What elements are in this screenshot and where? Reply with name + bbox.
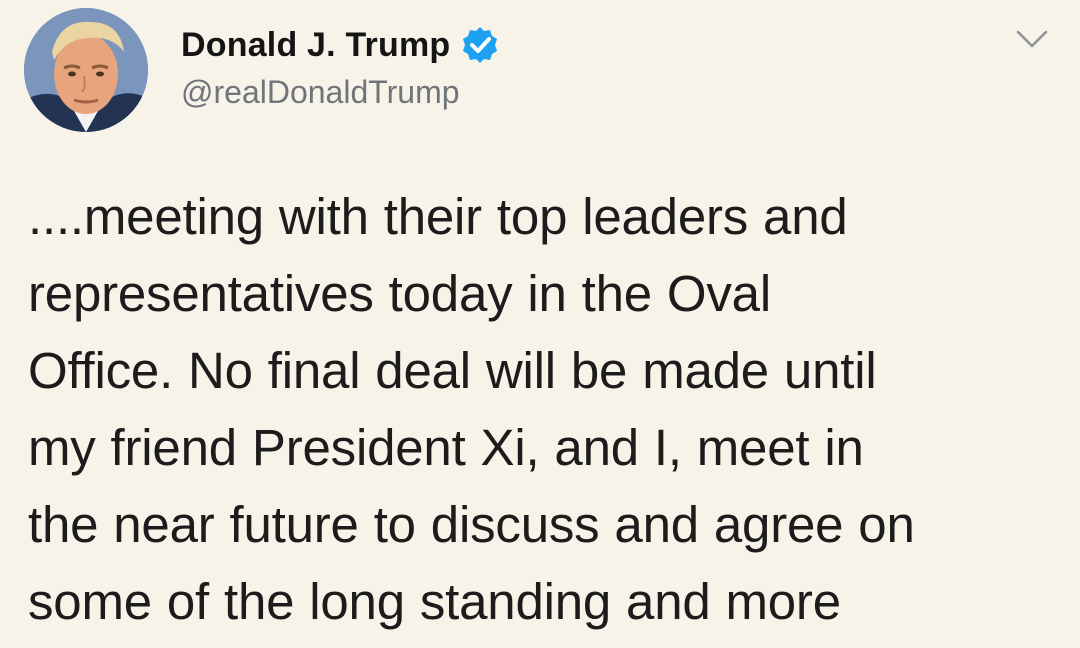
tweet-text-line: Office. No final deal will be made until — [28, 342, 877, 399]
tweet-text-line: representatives today in the Oval — [28, 265, 771, 322]
chevron-down-icon[interactable] — [1012, 24, 1052, 54]
handle[interactable]: @realDonaldTrump — [181, 74, 500, 111]
tweet-text-line: the near future to discuss and agree on — [28, 496, 915, 553]
author-names: Donald J. Trump @realDonaldTrump — [181, 22, 500, 111]
avatar[interactable] — [24, 8, 148, 132]
tweet-header: Donald J. Trump @realDonaldTrump — [0, 0, 1080, 160]
verified-badge-icon — [460, 25, 500, 65]
tweet-text-line: my friend President Xi, and I, meet in — [28, 419, 864, 476]
display-name[interactable]: Donald J. Trump — [181, 26, 450, 65]
tweet-text-line: ....meeting with their top leaders and — [28, 188, 848, 245]
avatar-photo — [24, 8, 148, 132]
tweet-text-line: some of the long standing and more — [28, 573, 841, 630]
tweet-text: ....meeting with their top leaders and r… — [28, 178, 1068, 640]
display-name-row: Donald J. Trump — [181, 22, 500, 68]
tweet-card: Donald J. Trump @realDonaldTrump ....mee… — [0, 0, 1080, 648]
